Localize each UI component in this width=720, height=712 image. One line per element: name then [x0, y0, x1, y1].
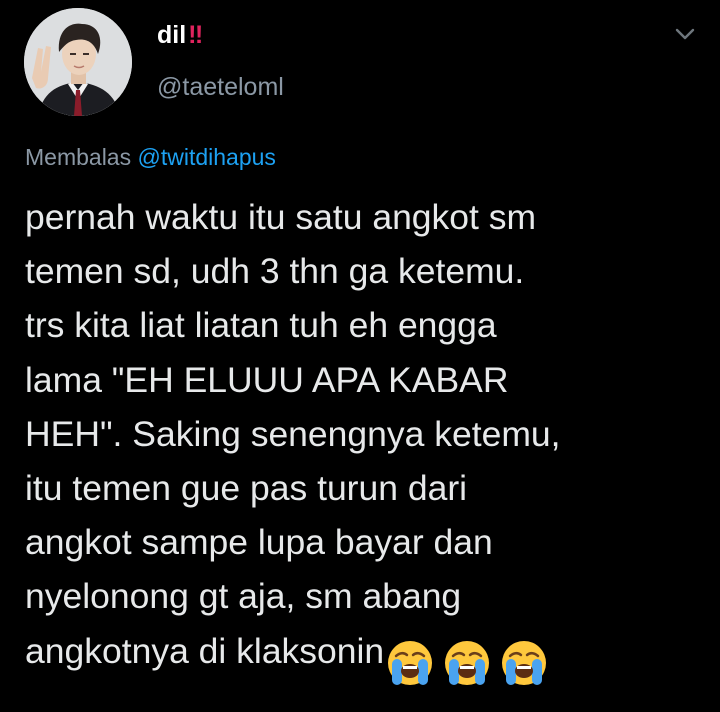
double-exclamation-icon: ‼: [188, 21, 203, 49]
tweet-text: pernah waktu itu satu angkot sm temen sd…: [25, 190, 715, 686]
reply-mention-link[interactable]: @twitdihapus: [138, 144, 276, 170]
tweet-text-line: lama "EH ELUUU APA KABAR: [25, 359, 509, 400]
user-handle[interactable]: @taeteloml: [157, 72, 284, 102]
display-name[interactable]: dil‼: [157, 20, 203, 50]
loudly-crying-face-icon: [388, 641, 433, 686]
reply-context: Membalas @twitdihapus: [25, 143, 276, 171]
display-name-text: dil: [157, 21, 187, 49]
tweet-text-line: angkotnya di klaksonin: [25, 630, 385, 671]
avatar[interactable]: [24, 8, 132, 116]
loudly-crying-face-icon: [502, 641, 547, 686]
tweet-text-line: trs kita liat liatan tuh eh engga: [25, 305, 497, 346]
tweet-text-last-line: angkotnya di klaksonin: [25, 624, 715, 686]
chevron-down-icon[interactable]: [674, 26, 696, 42]
tweet-text-line: temen sd, udh 3 thn ga ketemu.: [25, 251, 525, 292]
tweet-text-line: pernah waktu itu satu angkot sm: [25, 197, 537, 237]
emoji-group: [386, 634, 557, 688]
tweet-text-line: nyelonong gt aja, sm abang: [25, 576, 462, 617]
avatar-photo: [24, 8, 132, 116]
tweet-text-line: HEH". Saking senengnya ketemu,: [25, 413, 561, 454]
reply-label: Membalas: [25, 144, 132, 170]
tweet-text-line: itu temen gue pas turun dari: [25, 467, 468, 508]
tweet-text-line: angkot sampe lupa bayar dan: [25, 522, 493, 563]
tweet: dil‼ @taeteloml Membalas @twitdihapus pe…: [0, 0, 720, 712]
loudly-crying-face-icon: [445, 641, 490, 686]
